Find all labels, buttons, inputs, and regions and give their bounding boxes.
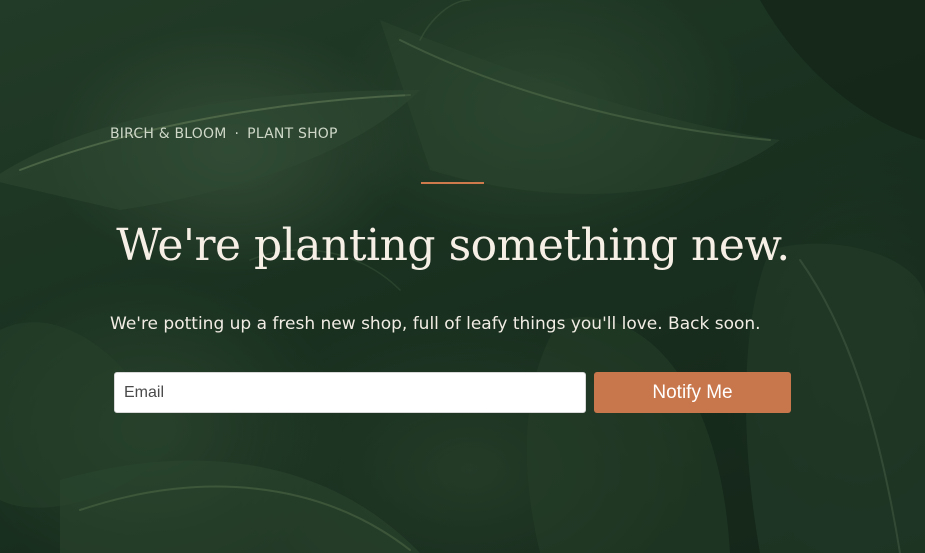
page-subtitle: We're potting up a fresh new shop, full … (110, 314, 761, 334)
page-title: We're planting something new. (116, 220, 790, 271)
brand-tagline: PLANT SHOP (247, 126, 338, 142)
accent-divider (421, 182, 484, 184)
email-field[interactable] (114, 372, 586, 413)
brand-separator: · (234, 126, 240, 142)
brand-name: BIRCH & BLOOM (110, 126, 227, 142)
background-dim-overlay (0, 0, 925, 553)
brand-header: BIRCH & BLOOM · PLANT SHOP (110, 126, 338, 142)
notify-me-button[interactable]: Notify Me (594, 372, 791, 413)
